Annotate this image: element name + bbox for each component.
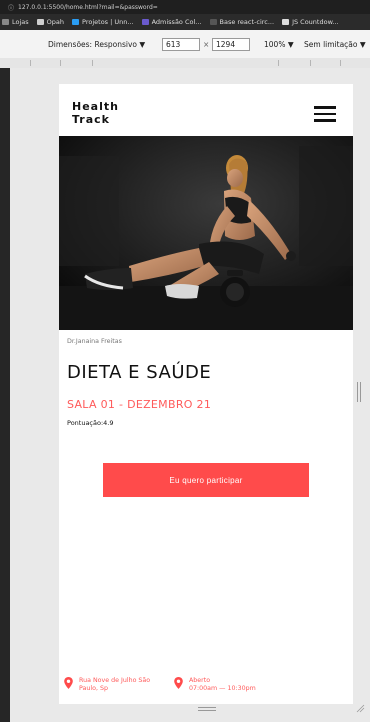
viewport-width-handle[interactable]: [357, 382, 361, 402]
logo-line-1: Health: [72, 100, 119, 113]
throttle-dropdown[interactable]: Sem limitação ▼: [304, 40, 366, 49]
bookmarks-bar: Lojas Opah Projetos | Unn... Admissão Co…: [0, 14, 370, 30]
resize-corner-icon[interactable]: [356, 704, 365, 713]
rating-score: Pontuação:4.9: [67, 419, 114, 427]
address-line-2: Paulo, Sp: [79, 685, 108, 692]
bookmark-js-countdown[interactable]: JS Countdow...: [282, 18, 339, 26]
session-info: SALA 01 - DEZEMBRO 21: [67, 398, 212, 411]
hours-info: Aberto 07:00am — 10:30pm: [174, 677, 256, 693]
bookmark-opah[interactable]: Opah: [36, 18, 64, 26]
chevron-icon: [141, 19, 149, 25]
address-line-1: Rua Nove de Julho São: [79, 677, 151, 684]
editor-strip: [0, 68, 10, 722]
bookmark-icon: [2, 19, 9, 25]
page: Health Track Dr.Janaina Freitas DIETA E …: [59, 84, 353, 704]
dimensions-dropdown[interactable]: Dimensões: Responsivo ▼: [48, 40, 145, 49]
bookmark-lojas[interactable]: Lojas: [2, 18, 29, 26]
logo-line-2: Track: [72, 113, 110, 126]
zoom-dropdown[interactable]: 100% ▼: [264, 40, 294, 49]
media-query-ruler[interactable]: [0, 58, 370, 68]
bookmark-base-react[interactable]: Base react-circ...: [209, 18, 274, 26]
url-text: 127.0.0.1:5500/home.html?mail=&password=: [18, 3, 158, 11]
hours-line-1: Aberto: [189, 677, 211, 684]
height-input[interactable]: 1294: [212, 38, 250, 51]
address-info: Rua Nove de Julho São Paulo, Sp: [64, 677, 150, 693]
dimension-separator: ×: [203, 40, 210, 49]
hamburger-menu-icon[interactable]: [314, 106, 336, 122]
participate-button[interactable]: Eu quero participar: [103, 463, 309, 497]
hours-line-2: 07:00am — 10:30pm: [189, 685, 256, 692]
js-icon: [282, 19, 290, 25]
a-icon: [72, 19, 80, 25]
device-toolbar: Dimensões: Responsivo ▼ 613 × 1294 100% …: [0, 30, 370, 58]
width-input[interactable]: 613: [162, 38, 200, 51]
author-name: Dr.Janaina Freitas: [67, 338, 122, 345]
hero-image: [59, 136, 353, 330]
react-icon: [209, 19, 217, 25]
viewport-height-handle[interactable]: [198, 707, 216, 711]
location-pin-icon: [174, 677, 183, 689]
location-pin-icon: [64, 677, 73, 689]
bookmark-admissao[interactable]: Admissão Col...: [141, 18, 202, 26]
url-bar[interactable]: ⓘ 127.0.0.1:5500/home.html?mail=&passwor…: [0, 0, 370, 14]
logo[interactable]: Health Track: [72, 100, 119, 126]
info-icon: ⓘ: [8, 4, 15, 12]
folder-icon: [36, 19, 44, 25]
event-title: DIETA E SAÚDE: [67, 362, 212, 383]
bookmark-projetos[interactable]: Projetos | Unn...: [72, 18, 134, 26]
